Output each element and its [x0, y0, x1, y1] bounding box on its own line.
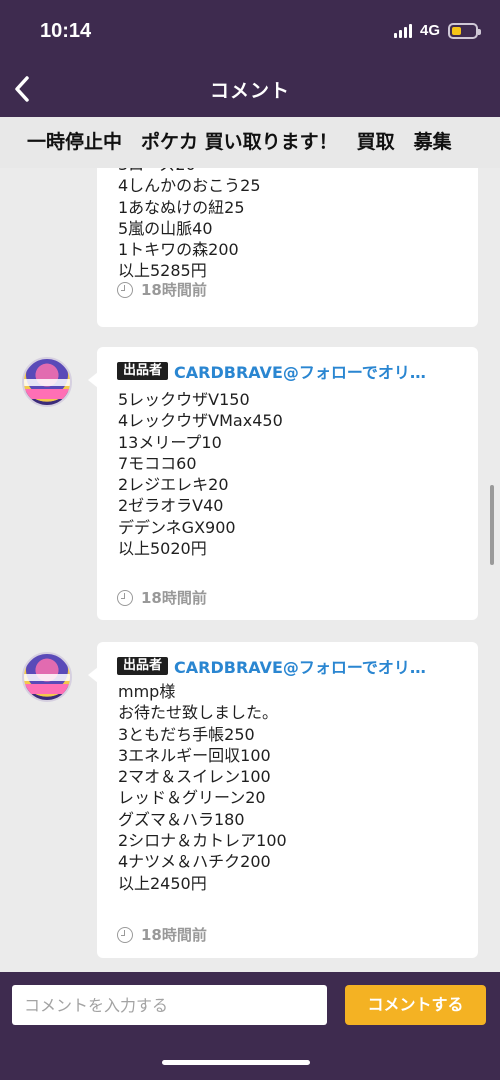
item-title-banner: 一時停止中 ポケカ 買い取ります！ 買取 募集 [0, 117, 500, 168]
scrollbar[interactable] [490, 485, 494, 565]
avatar[interactable] [22, 652, 72, 702]
comment-header: 出品者 CARDBRAVE@フォローでオリ… [117, 359, 426, 383]
clock-icon [117, 281, 133, 298]
comment-card: 3ローズ20 4しんかのおこう25 1あなぬけの紐25 5嵐の山脈40 1トキワ… [97, 168, 478, 327]
battery-icon [448, 22, 481, 39]
signal-icon [393, 23, 412, 38]
page-title: コメント [209, 80, 290, 102]
clock-icon [117, 926, 133, 943]
comment-feed[interactable]: 3ローズ20 4しんかのおこう25 1あなぬけの紐25 5嵐の山脈40 1トキワ… [0, 168, 500, 972]
home-indicator [162, 1060, 310, 1065]
comment-input[interactable] [12, 985, 327, 1025]
comment-body: 3ローズ20 4しんかのおこう25 1あなぬけの紐25 5嵐の山脈40 1トキワ… [118, 168, 261, 281]
clock-icon [117, 589, 133, 606]
top-bar: 10:14 4G コメント [0, 0, 500, 117]
comment-card: 出品者 CARDBRAVE@フォローでオリ… 5レックウザV150 4レックウザ… [88, 347, 478, 620]
seller-badge: 出品者 [117, 657, 169, 675]
comment-time: 18時間前 [117, 587, 207, 608]
comment-header: 出品者 CARDBRAVE@フォローでオリ… [117, 654, 426, 678]
send-comment-button[interactable]: コメントする [345, 985, 486, 1025]
comment-time: 18時間前 [117, 279, 207, 300]
seller-badge: 出品者 [117, 362, 169, 380]
network-label: 4G [419, 22, 440, 39]
comment-time: 18時間前 [117, 924, 207, 945]
seller-name-link[interactable]: CARDBRAVE@フォローでオリ… [174, 654, 426, 678]
seller-name-link[interactable]: CARDBRAVE@フォローでオリ… [174, 359, 426, 383]
comment-input-bar: コメントする [0, 972, 500, 1080]
comment-body: mmp様 お待たせ致しました。 3ともだち手帳250 3エネルギー回収100 2… [118, 682, 287, 893]
status-icons: 4G [393, 22, 481, 39]
comment-card: 出品者 CARDBRAVE@フォローでオリ… mmp様 お待たせ致しました。 3… [88, 642, 478, 958]
status-time: 10:14 [40, 20, 92, 42]
avatar[interactable] [22, 357, 72, 407]
